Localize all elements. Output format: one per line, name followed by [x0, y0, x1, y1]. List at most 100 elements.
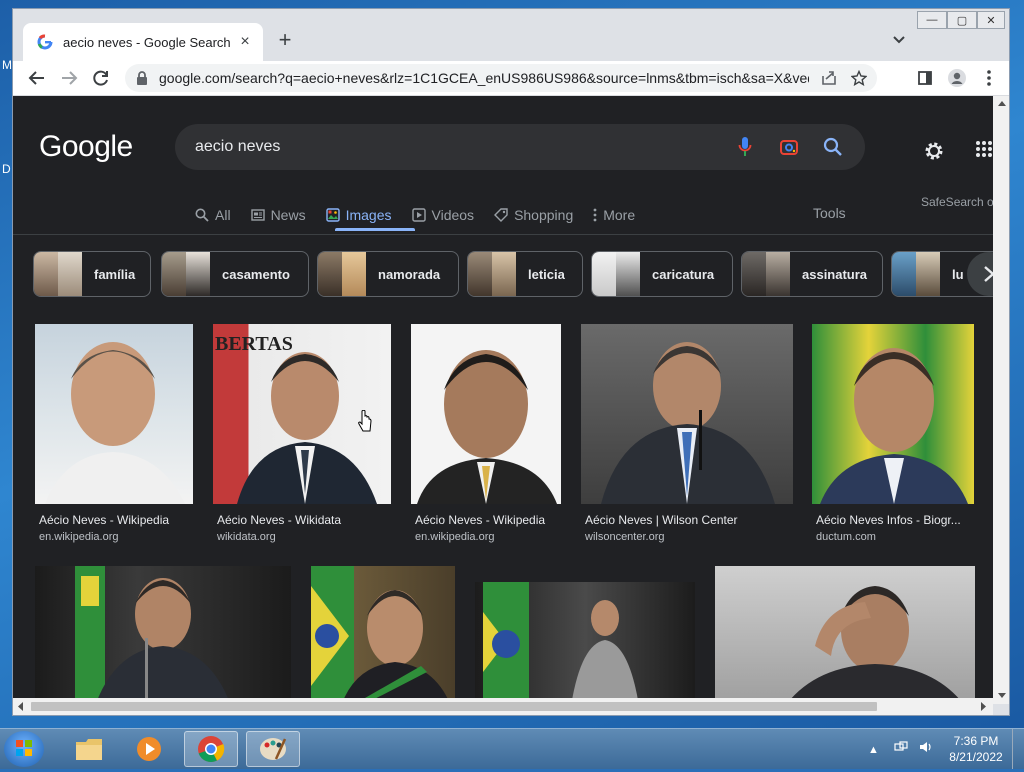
tab-label: More	[603, 207, 636, 223]
profile-avatar-icon[interactable]	[945, 66, 969, 90]
tab-search-chevron-icon[interactable]	[893, 31, 905, 47]
horizontal-scrollbar[interactable]	[13, 698, 993, 715]
desktop-icon-label-fragment: M	[2, 58, 12, 72]
vertical-scrollbar[interactable]	[993, 96, 1009, 704]
image-result[interactable]: Aécio Neves Infos - Biogr... ductum.com	[812, 324, 974, 546]
taskbar-media-player-icon[interactable]	[122, 731, 176, 767]
tab-label: News	[270, 207, 306, 223]
search-input[interactable]: aecio neves	[175, 124, 865, 170]
images-icon	[325, 208, 340, 222]
chip-label: namorada	[378, 266, 441, 282]
result-thumbnail	[715, 566, 975, 704]
tab-label: Videos	[431, 207, 475, 223]
tab-more[interactable]: More	[593, 202, 635, 228]
result-source: wilsoncenter.org	[585, 531, 665, 543]
search-icon[interactable]	[821, 137, 845, 157]
clock-date: 8/21/2022	[949, 750, 1003, 764]
news-icon	[250, 209, 265, 221]
chip-leticia[interactable]: leticia	[467, 251, 583, 297]
tab-label: All	[215, 207, 231, 223]
url-text: google.com/search?q=aecio+neves&rlz=1C1G…	[159, 70, 809, 86]
new-tab-button[interactable]: +	[273, 29, 297, 53]
image-result[interactable]	[35, 566, 291, 704]
show-desktop-button[interactable]	[1012, 729, 1024, 769]
search-icon	[195, 208, 209, 222]
google-apps-grid-icon[interactable]	[975, 140, 993, 163]
settings-gear-icon[interactable]	[923, 140, 945, 167]
google-g-icon	[37, 34, 53, 50]
result-source: wikidata.org	[217, 531, 276, 543]
chip-assinatura[interactable]: assinatura	[741, 251, 883, 297]
active-tab-indicator	[335, 228, 415, 231]
start-button-windows-logo-icon[interactable]	[4, 731, 44, 767]
tab-google-search[interactable]: aecio neves - Google Search ×	[23, 23, 263, 61]
tab-images[interactable]: Images	[325, 202, 392, 228]
browser-toolbar: google.com/search?q=aecio+neves&rlz=1C1G…	[13, 61, 1009, 96]
image-result[interactable]: Aécio Neves - Wikipedia en.wikipedia.org	[411, 324, 561, 546]
taskbar-clock[interactable]: 7:36 PM 8/21/2022	[940, 733, 1012, 765]
result-source: en.wikipedia.org	[39, 531, 119, 543]
voice-search-mic-icon[interactable]	[733, 136, 757, 158]
reload-icon[interactable]	[89, 66, 113, 90]
chip-thumbnail	[318, 252, 366, 296]
lens-camera-icon[interactable]	[777, 137, 801, 157]
lock-icon	[137, 71, 147, 85]
refinement-chips: família casamento namorada leticia caric…	[33, 251, 993, 299]
taskbar-paint-icon[interactable]	[246, 731, 300, 767]
more-vert-icon	[593, 208, 597, 222]
image-result[interactable]: Aécio Neves - Wikipedia en.wikipedia.org	[35, 324, 193, 546]
mouse-pointer-icon	[357, 409, 373, 439]
tab-videos[interactable]: Videos	[411, 202, 475, 228]
show-hidden-icons-arrow-icon[interactable]: ▲	[868, 744, 879, 756]
result-title: Aécio Neves - Wikidata	[217, 513, 342, 527]
system-tray[interactable]: ▲	[868, 741, 933, 756]
tab-news[interactable]: News	[250, 202, 306, 228]
result-title: Aécio Neves Infos - Biogr...	[816, 513, 961, 527]
taskbar-file-explorer-icon[interactable]	[62, 731, 116, 767]
chip-casamento[interactable]: casamento	[161, 251, 309, 297]
network-icon[interactable]	[894, 741, 911, 756]
minimize-button[interactable]: —	[917, 11, 947, 29]
taskbar-chrome-icon[interactable]	[184, 731, 238, 767]
image-result[interactable]	[475, 582, 695, 704]
image-result[interactable]	[715, 566, 975, 704]
result-thumbnail	[475, 582, 695, 704]
svg-text:BERTAS: BERTAS	[215, 333, 293, 355]
tab-strip: aecio neves - Google Search × + — ▢ ✕	[13, 9, 1009, 61]
result-thumbnail	[35, 566, 291, 704]
result-source: en.wikipedia.org	[415, 531, 495, 543]
safesearch-label[interactable]: SafeSearch o	[921, 195, 993, 209]
result-thumbnail	[311, 566, 455, 704]
chip-familia[interactable]: família	[33, 251, 151, 297]
result-title: Aécio Neves - Wikipedia	[415, 513, 546, 527]
maximize-button[interactable]: ▢	[947, 11, 977, 29]
forward-arrow-icon[interactable]	[57, 66, 81, 90]
close-window-button[interactable]: ✕	[977, 11, 1005, 29]
chip-namorada[interactable]: namorada	[317, 251, 459, 297]
chrome-window: aecio neves - Google Search × + — ▢ ✕ go…	[12, 8, 1010, 716]
tab-all[interactable]: All	[195, 202, 231, 228]
tab-title: aecio neves - Google Search	[63, 34, 231, 50]
menu-kebab-icon[interactable]	[977, 66, 1001, 90]
image-result[interactable]	[311, 566, 455, 704]
result-thumbnail	[581, 324, 793, 504]
side-panel-icon[interactable]	[913, 66, 937, 90]
volume-speaker-icon[interactable]	[919, 742, 933, 756]
tab-close-icon[interactable]: ×	[237, 33, 253, 51]
image-result[interactable]: Aécio Neves | Wilson Center wilsoncenter…	[581, 324, 793, 546]
bookmark-star-icon[interactable]	[849, 70, 869, 86]
chip-thumbnail	[162, 252, 210, 296]
back-arrow-icon[interactable]	[25, 66, 49, 90]
result-title: Aécio Neves - Wikipedia	[39, 513, 170, 527]
tag-icon	[494, 208, 508, 222]
share-icon[interactable]	[819, 70, 839, 86]
desktop-icon-label-fragment: D	[2, 162, 11, 176]
result-thumbnail	[35, 324, 193, 504]
search-type-tabs: All News Images Videos Shopping More	[195, 202, 655, 228]
clock-time: 7:36 PM	[953, 734, 999, 748]
address-bar[interactable]: google.com/search?q=aecio+neves&rlz=1C1G…	[125, 64, 877, 92]
chip-caricatura[interactable]: caricatura	[591, 251, 733, 297]
tools-button[interactable]: Tools	[813, 205, 846, 221]
google-logo[interactable]: Google	[39, 130, 133, 164]
tab-shopping[interactable]: Shopping	[494, 202, 573, 228]
